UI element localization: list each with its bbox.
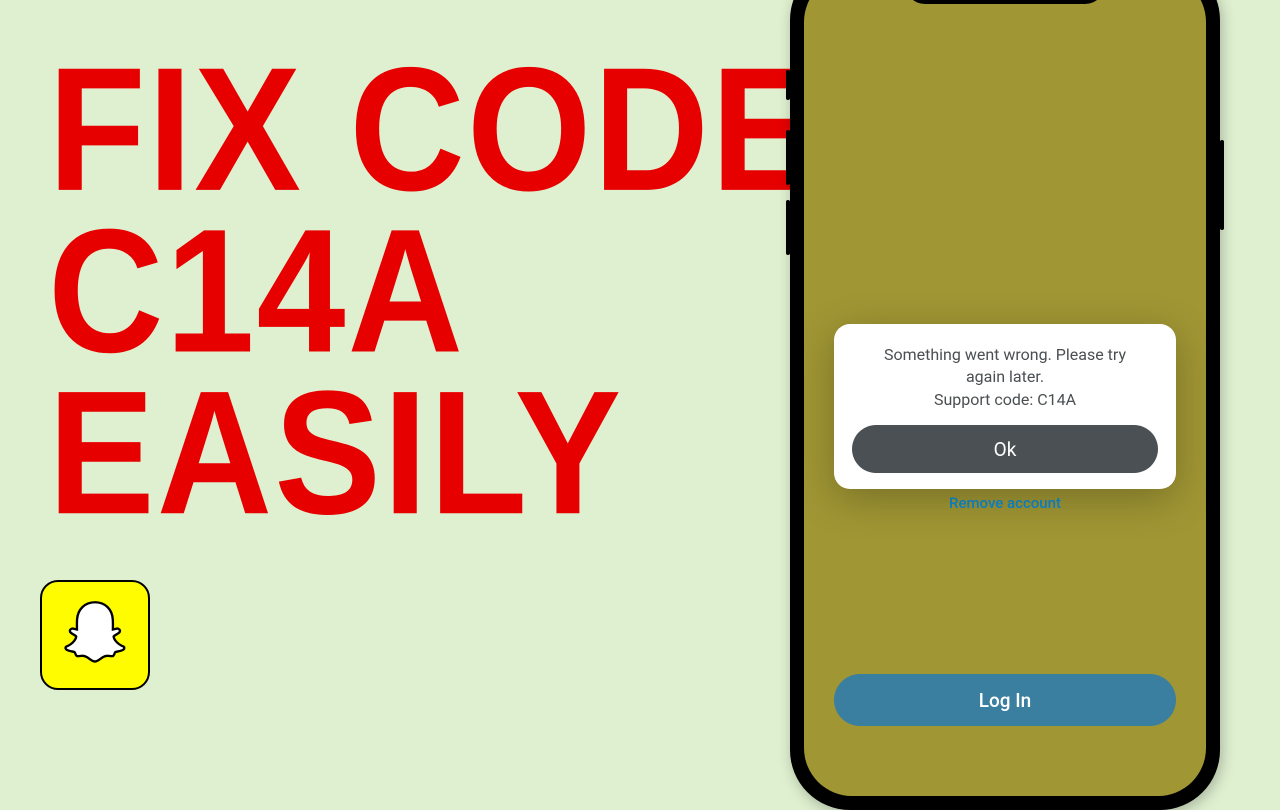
phone-notch bbox=[905, 0, 1105, 4]
phone-screen: Remove account Log In Something went wro… bbox=[804, 0, 1206, 796]
phone-volume-down bbox=[786, 200, 790, 255]
snapchat-app-icon bbox=[40, 580, 150, 690]
alert-support-code: Support code: C14A bbox=[852, 389, 1158, 411]
ghost-icon bbox=[56, 596, 134, 674]
phone-power-button bbox=[1220, 140, 1224, 230]
headline-line-1: Fix Code bbox=[48, 48, 820, 210]
phone-mute-switch bbox=[786, 70, 790, 100]
login-button[interactable]: Log In bbox=[834, 674, 1176, 726]
phone-mockup: Remove account Log In Something went wro… bbox=[790, 0, 1220, 810]
alert-message: Something went wrong. Please try again l… bbox=[852, 344, 1158, 411]
remove-account-link[interactable]: Remove account bbox=[804, 494, 1206, 512]
phone-volume-up bbox=[786, 130, 790, 185]
headline-line-2: C14A bbox=[48, 210, 820, 372]
headline-text: Fix Code C14A Easily bbox=[48, 48, 820, 534]
headline-line-3: Easily bbox=[48, 372, 820, 534]
alert-message-line-1: Something went wrong. Please try bbox=[884, 345, 1126, 364]
alert-ok-button[interactable]: Ok bbox=[852, 425, 1158, 473]
alert-message-line-2: again later. bbox=[852, 366, 1158, 388]
error-alert-dialog: Something went wrong. Please try again l… bbox=[834, 324, 1176, 489]
